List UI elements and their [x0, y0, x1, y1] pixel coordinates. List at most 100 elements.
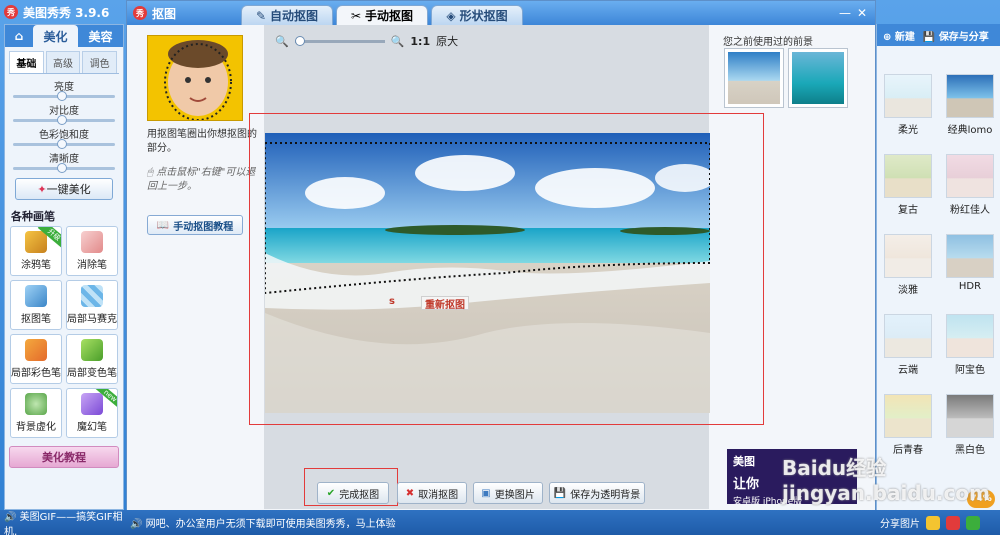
cancel-cutout-button[interactable]: ✖ 取消抠图 — [397, 482, 467, 504]
dialog-hint-rightclick: 🖱 点击鼠标"右键"可以退回上一步。 — [147, 166, 257, 194]
filter-thumb — [884, 74, 932, 118]
zoom-slider[interactable] — [294, 35, 385, 46]
filter-item[interactable]: 淡雅 — [881, 234, 935, 296]
eraser-icon — [81, 231, 103, 253]
cutout-pen-icon — [25, 285, 47, 307]
save-transparent-button[interactable]: 💾 保存为透明背景 — [549, 482, 645, 504]
manual-cutout-tutorial-button[interactable]: 📖 手动抠图教程 — [147, 215, 243, 235]
doodle-pen-icon — [25, 231, 47, 253]
slider-track[interactable] — [13, 115, 115, 125]
slider-thumb[interactable] — [57, 139, 67, 149]
filter-label: 阿宝色 — [955, 365, 985, 376]
brush-blur-bg[interactable]: 背景虚化 — [10, 388, 62, 438]
new-button[interactable]: ⊕ 新建 — [883, 28, 915, 43]
dialog-hint: 用抠图笔圈出你想抠图的部分。 — [147, 129, 257, 154]
add-icon[interactable] — [966, 515, 980, 530]
dialog-title-text: 抠图 — [152, 6, 177, 21]
brush-doodle[interactable]: 升级 涂鸦笔 — [10, 226, 62, 276]
filter-label: HDR — [958, 281, 982, 292]
filter-item[interactable]: 阿宝色 — [943, 314, 997, 376]
status-bar: 🔊 美图GIF——搞笑GIF相机, 🔊 网吧、办公室用户无须下载即可使用美图秀秀… — [0, 510, 1000, 535]
dialog-tabs: ✎ 自动抠图 ✂ 手动抠图 ◈ 形状抠图 — [241, 5, 523, 25]
highlight-frame-finish — [304, 468, 398, 506]
app-titlebar: 秀 美图秀秀 3.9.6 — [0, 0, 128, 24]
filter-item[interactable]: 复古 — [881, 154, 935, 216]
subtab-tone[interactable]: 调色 — [82, 51, 118, 73]
tab-manual-cutout[interactable]: ✂ 手动抠图 — [336, 5, 428, 25]
weibo-icon[interactable] — [946, 515, 960, 530]
dialog-logo-icon: 秀 — [133, 6, 147, 20]
filter-thumb — [946, 74, 994, 118]
brush-label: 局部彩色笔 — [11, 368, 61, 379]
filter-item[interactable]: HDR — [943, 234, 997, 296]
slider-thumb[interactable] — [57, 163, 67, 173]
subtab-advanced[interactable]: 高级 — [45, 51, 81, 73]
share-image-label[interactable]: 分享图片 — [880, 515, 920, 530]
slider-track[interactable] — [13, 91, 115, 101]
filter-item[interactable]: 柔光 — [881, 74, 935, 136]
subtab-basic[interactable]: 基础 — [9, 51, 44, 73]
tab-shape-cutout[interactable]: ◈ 形状抠图 — [431, 5, 523, 25]
app-logo-icon: 秀 — [4, 5, 18, 19]
slider-saturation: 色彩饱和度 — [13, 126, 115, 149]
filter-label: 粉红佳人 — [950, 205, 990, 216]
tab-label: 形状抠图 — [459, 9, 508, 23]
cutout-dialog: 秀 抠图 ✎ 自动抠图 ✂ 手动抠图 ◈ 形状抠图 — ✕ 用抠图笔圈出你想抠图的部分… — [126, 0, 876, 515]
save-share-button[interactable]: 💾 保存与分享 — [923, 28, 989, 43]
zoom-in-icon[interactable]: 🔍 — [391, 35, 405, 48]
slider-thumb[interactable] — [57, 115, 67, 125]
beautify-tutorial-button[interactable]: 美化教程 — [9, 446, 119, 468]
slider-track[interactable] — [13, 163, 115, 173]
highlight-frame-photo — [249, 113, 764, 425]
filter-thumb — [884, 154, 932, 198]
filter-item[interactable]: 黑白色 — [943, 394, 997, 456]
star-icon[interactable] — [926, 515, 940, 530]
save-icon: 💾 — [553, 487, 567, 499]
change-image-button[interactable]: ▣ 更换图片 — [473, 482, 543, 504]
brush-recolor[interactable]: 局部变色笔 — [66, 334, 118, 384]
filter-item[interactable]: 云端 — [881, 314, 935, 376]
brush-eraser[interactable]: 消除笔 — [66, 226, 118, 276]
minimize-icon[interactable]: — — [839, 6, 851, 20]
recent-thumb-2[interactable] — [788, 48, 848, 108]
brush-color[interactable]: 局部彩色笔 — [10, 334, 62, 384]
filter-thumb — [884, 234, 932, 278]
zoom-thumb[interactable] — [294, 35, 305, 46]
book-icon: 📖 — [156, 219, 170, 231]
slider-contrast: 对比度 — [13, 102, 115, 125]
brush-label: 涂鸦笔 — [21, 260, 51, 271]
save-transparent-label: 保存为透明背景 — [570, 489, 641, 501]
close-icon[interactable]: ✕ — [857, 6, 867, 20]
filter-thumb — [884, 394, 932, 438]
zoom-ratio: 1:1 — [410, 34, 431, 48]
tab-auto-cutout[interactable]: ✎ 自动抠图 — [241, 5, 333, 25]
baby-example-image — [148, 36, 242, 120]
filter-item[interactable]: 后青春 — [881, 394, 935, 456]
slider-track[interactable] — [13, 139, 115, 149]
image-icon: ▣ — [481, 487, 491, 499]
filter-item[interactable]: 粉红佳人 — [943, 154, 997, 216]
brush-cutout[interactable]: 抠图笔 — [10, 280, 62, 330]
status-left[interactable]: 🔊 美图GIF——搞笑GIF相机, — [0, 508, 126, 535]
tab-face[interactable]: 美容 — [78, 25, 123, 47]
main-tabs: ⌂ 美化 美容 — [5, 25, 123, 47]
right-panel: ⊕ 新建 💾 保存与分享 柔光 经典lomo 复古 粉红佳人 淡雅 HDR 云端… — [876, 24, 1000, 510]
home-icon[interactable]: ⌂ — [5, 25, 33, 47]
one-key-beautify-button[interactable]: ✦ 一键美化 — [15, 178, 113, 200]
change-label: 更换图片 — [494, 489, 535, 501]
filter-item[interactable]: 经典lomo — [943, 74, 997, 136]
recent-thumb-1[interactable] — [724, 48, 784, 108]
brush-mosaic[interactable]: 局部马赛克 — [66, 280, 118, 330]
dialog-titlebar: 秀 抠图 ✎ 自动抠图 ✂ 手动抠图 ◈ 形状抠图 — ✕ — [127, 1, 875, 25]
filter-label: 经典lomo — [947, 125, 993, 136]
zoom-suffix[interactable]: 原大 — [436, 33, 458, 49]
tutorial-label: 美化教程 — [42, 451, 86, 464]
tab-label: 手动抠图 — [365, 9, 414, 23]
zoom-out-icon[interactable]: 🔍 — [275, 35, 289, 48]
brush-magic[interactable]: new 魔幻笔 — [66, 388, 118, 438]
slider-thumb[interactable] — [57, 91, 67, 101]
status-mid[interactable]: 🔊 网吧、办公室用户无须下载即可使用美图秀秀，马上体验 — [126, 515, 876, 530]
magic-icon: ✦ — [37, 182, 47, 196]
tab-beautify[interactable]: 美化 — [33, 25, 78, 47]
new-label: 新建 — [894, 31, 915, 43]
